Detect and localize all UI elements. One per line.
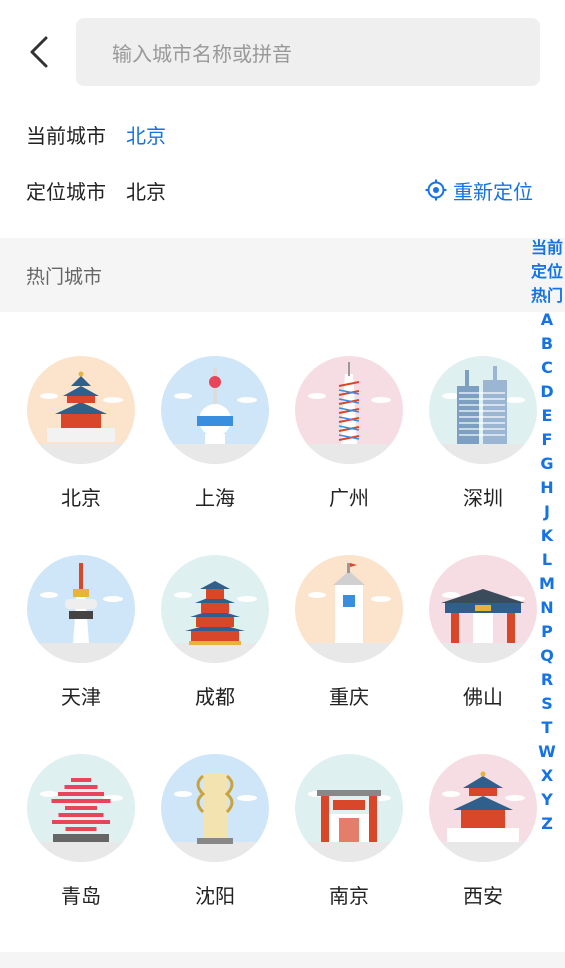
wave-sculpture-icon	[27, 754, 135, 862]
hot-city-item[interactable]: 广州	[284, 356, 414, 512]
hot-city-item[interactable]: 北京	[16, 356, 146, 512]
pagoda-icon	[161, 555, 269, 663]
index-item[interactable]: S	[529, 692, 565, 716]
hot-city-item[interactable]: 青岛	[16, 754, 146, 910]
back-button[interactable]	[28, 30, 60, 74]
alphabet-index[interactable]: 当前 定位 热门 A B C D E F G H J K L M N P Q R S T W X Y Z	[529, 236, 565, 836]
clock-tower-icon	[295, 555, 403, 663]
hot-city-item[interactable]: 重庆	[284, 555, 414, 711]
index-item[interactable]: J	[529, 500, 565, 524]
hot-city-item[interactable]: 南京	[284, 754, 414, 910]
relocate-button[interactable]: 重新定位	[425, 174, 533, 206]
index-item[interactable]: A	[529, 308, 565, 332]
located-city-row: 定位城市 北京	[26, 174, 166, 206]
index-item[interactable]: Z	[529, 812, 565, 836]
index-item[interactable]: R	[529, 668, 565, 692]
index-item[interactable]: G	[529, 452, 565, 476]
hot-city-name: 沈阳	[195, 884, 235, 908]
index-item[interactable]: C	[529, 356, 565, 380]
index-item[interactable]: 热门	[529, 284, 565, 308]
current-city-value[interactable]: 北京	[126, 120, 166, 149]
index-item[interactable]: L	[529, 548, 565, 572]
index-item[interactable]: X	[529, 764, 565, 788]
index-item[interactable]: 当前	[529, 236, 565, 260]
search-input[interactable]: 输入城市名称或拼音	[76, 18, 540, 86]
hot-city-name: 青岛	[61, 884, 101, 908]
archway-icon	[429, 555, 537, 663]
index-item[interactable]: E	[529, 404, 565, 428]
hot-cities-header: 热门城市	[0, 238, 565, 312]
hot-city-name: 天津	[61, 685, 101, 709]
hot-city-item[interactable]: 天津	[16, 555, 146, 711]
index-item[interactable]: B	[529, 332, 565, 356]
bell-tower-icon	[429, 754, 537, 862]
skyscraper-icon	[429, 356, 537, 464]
hot-city-name: 佛山	[463, 685, 503, 709]
tv-tower-icon	[27, 555, 135, 663]
index-item[interactable]: M	[529, 572, 565, 596]
relocate-label: 重新定位	[453, 179, 533, 204]
gate-arch-icon	[295, 754, 403, 862]
bottom-divider	[0, 952, 565, 968]
chevron-left-icon	[30, 36, 48, 68]
index-item[interactable]: Q	[529, 644, 565, 668]
index-item[interactable]: H	[529, 476, 565, 500]
hot-city-item[interactable]: 沈阳	[150, 754, 280, 910]
index-item[interactable]: Y	[529, 788, 565, 812]
index-item[interactable]: D	[529, 380, 565, 404]
hot-city-name: 重庆	[329, 685, 369, 709]
index-item[interactable]: K	[529, 524, 565, 548]
index-item[interactable]: T	[529, 716, 565, 740]
hot-city-name: 深圳	[463, 486, 503, 510]
column-monument-icon	[161, 754, 269, 862]
current-city-label: 当前城市	[26, 123, 106, 148]
index-item[interactable]: P	[529, 620, 565, 644]
temple-of-heaven-icon	[27, 356, 135, 464]
index-item[interactable]: W	[529, 740, 565, 764]
hot-city-item[interactable]: 上海	[150, 356, 280, 512]
index-item[interactable]: F	[529, 428, 565, 452]
hot-city-name: 成都	[195, 685, 235, 709]
current-city-row: 当前城市 北京	[26, 118, 166, 150]
crosshair-icon	[425, 179, 447, 201]
canton-tower-icon	[295, 356, 403, 464]
index-item[interactable]: N	[529, 596, 565, 620]
oriental-pearl-tower-icon	[161, 356, 269, 464]
search-placeholder: 输入城市名称或拼音	[112, 41, 292, 66]
located-city-label: 定位城市	[26, 179, 106, 204]
hot-city-name: 南京	[329, 884, 369, 908]
hot-city-item[interactable]: 成都	[150, 555, 280, 711]
hot-city-name: 西安	[463, 884, 503, 908]
hot-city-name: 北京	[61, 486, 101, 510]
hot-city-name: 广州	[329, 486, 369, 510]
located-city-value[interactable]: 北京	[126, 176, 166, 205]
hot-city-name: 上海	[195, 486, 235, 510]
hot-cities-title: 热门城市	[26, 265, 103, 288]
index-item[interactable]: 定位	[529, 260, 565, 284]
